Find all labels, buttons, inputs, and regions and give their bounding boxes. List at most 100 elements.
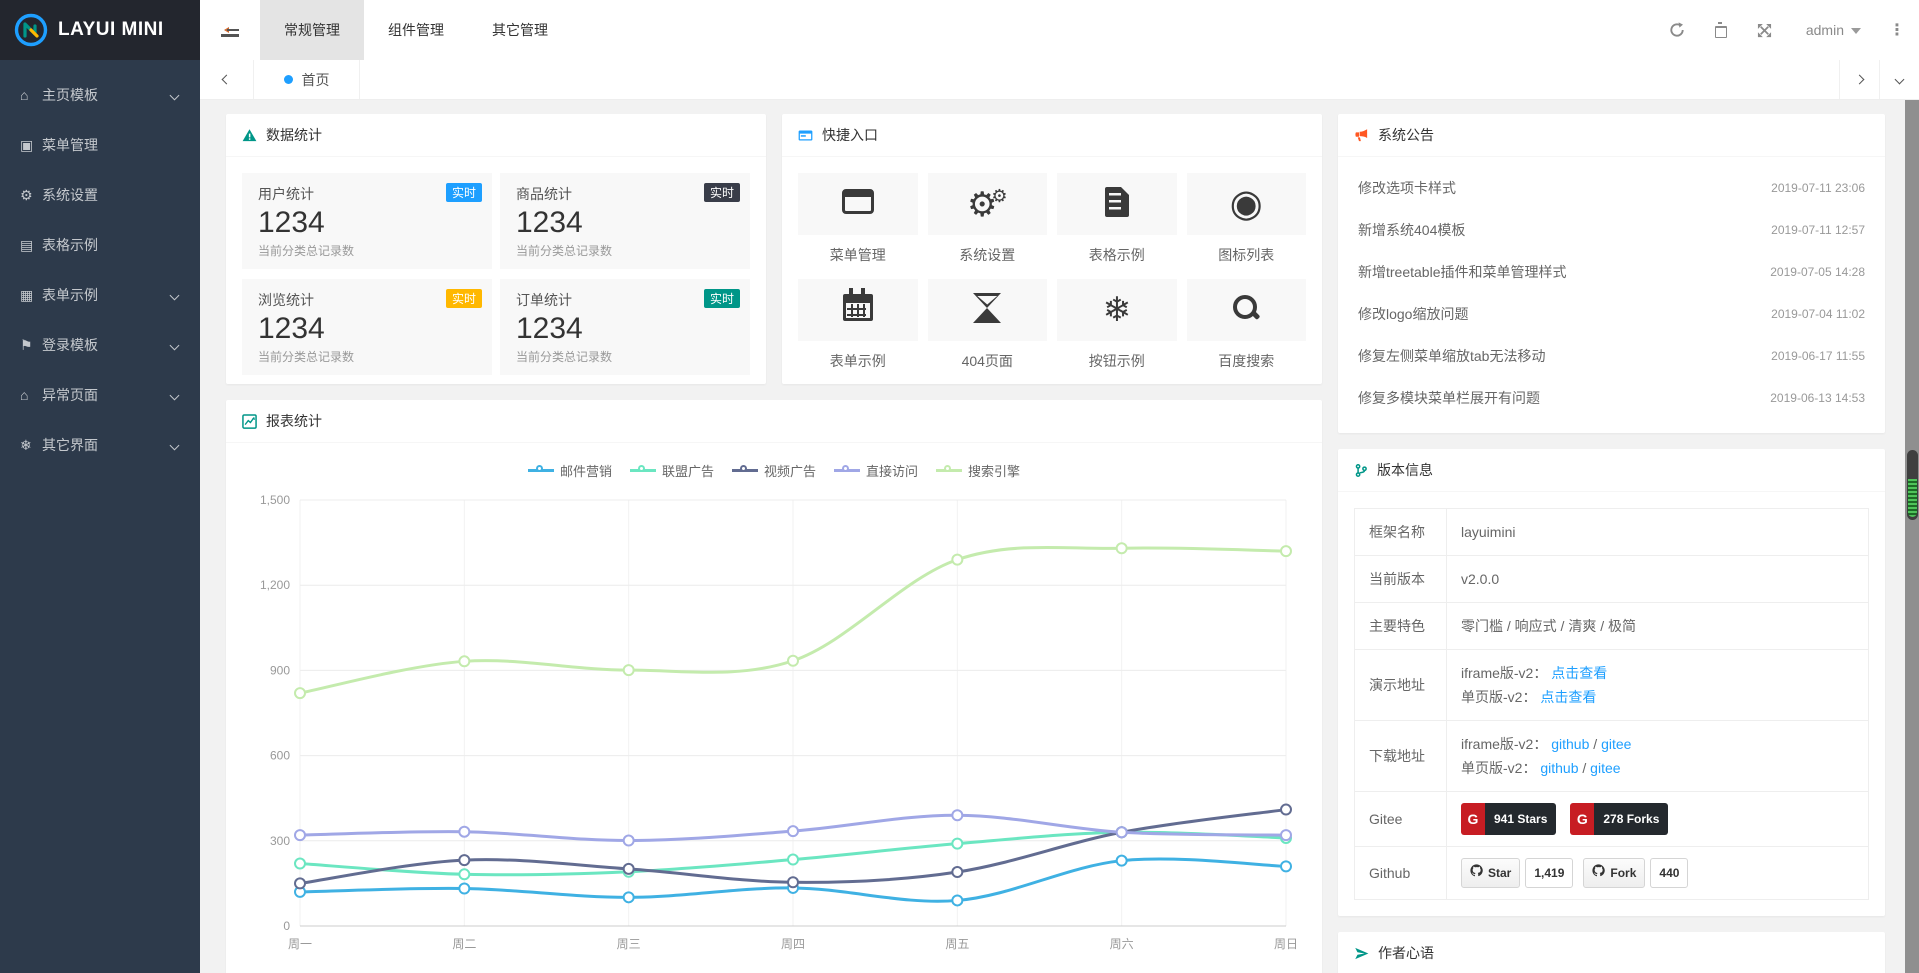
svg-text:1,500: 1,500 <box>260 493 290 507</box>
report-chart: 03006009001,2001,500周一周二周三周四周五周六周日 <box>226 486 1322 966</box>
tabs-scroll-right-button[interactable] <box>1839 60 1879 99</box>
refresh-button[interactable] <box>1669 22 1685 38</box>
search-icon <box>1231 293 1261 328</box>
notice-item-4[interactable]: 修复左侧菜单缩放tab无法移动2019-06-17 11:55 <box>1358 335 1865 377</box>
legend-item-1[interactable]: 联盟广告 <box>630 461 714 480</box>
version-value: v2.0.0 <box>1461 571 1499 587</box>
shortcut-4[interactable]: 表单示例 <box>798 279 918 371</box>
notice-text: 新增系统404模板 <box>1358 220 1465 240</box>
home-icon: ⌂ <box>20 70 42 120</box>
clear-cache-button[interactable] <box>1715 22 1727 38</box>
github-fork-button[interactable]: Fork <box>1583 858 1645 888</box>
sidebar-item-2[interactable]: ⚙系统设置 <box>0 170 200 220</box>
link-github[interactable]: github <box>1540 760 1578 776</box>
top-header: 常规管理组件管理其它管理 admin ⋮ <box>200 0 1919 60</box>
svg-text:周二: 周二 <box>452 937 476 951</box>
shortcut-label: 图标列表 <box>1187 245 1307 265</box>
notice-time: 2019-07-04 11:02 <box>1771 307 1865 321</box>
stat-value: 1234 <box>516 312 734 346</box>
sidebar-item-0[interactable]: ⌂主页模板 <box>0 70 200 120</box>
notice-item-3[interactable]: 修改logo缩放问题2019-07-04 11:02 <box>1358 293 1865 335</box>
gears-icon: ⚙ <box>20 170 42 220</box>
header-tab-2[interactable]: 其它管理 <box>468 0 572 60</box>
legend-item-0[interactable]: 邮件营销 <box>528 461 612 480</box>
legend-label: 直接访问 <box>866 461 918 480</box>
tabs-scroll-left-button[interactable] <box>200 60 254 99</box>
sidebar-item-5[interactable]: ⚑登录模板 <box>0 320 200 370</box>
sidebar-item-7[interactable]: ❄其它界面 <box>0 420 200 470</box>
svg-text:300: 300 <box>270 834 290 848</box>
sidebar-collapse-button[interactable] <box>200 0 260 60</box>
stat-box-3[interactable]: 订单统计1234当前分类总记录数实时 <box>500 279 750 375</box>
shortcut-7[interactable]: 百度搜索 <box>1187 279 1307 371</box>
sidebar-item-1[interactable]: ▣菜单管理 <box>0 120 200 170</box>
shortcuts-card-title: 快捷入口 <box>822 114 878 157</box>
user-menu[interactable]: admin <box>1806 22 1861 38</box>
version-row-5: GiteeG941 StarsG278 Forks <box>1355 792 1869 847</box>
sidebar-item-label: 登录模板 <box>42 337 98 353</box>
hourglass-icon <box>973 293 1001 328</box>
shortcut-label: 系统设置 <box>928 245 1048 265</box>
version-row-label: 框架名称 <box>1355 509 1447 556</box>
version-row-3: 演示地址iframe版-v2： 点击查看单页版-v2： 点击查看 <box>1355 650 1869 721</box>
tab-home[interactable]: 首页 <box>254 60 360 99</box>
chevron-down-icon <box>1895 75 1905 85</box>
sidebar-item-label: 表格示例 <box>42 237 98 253</box>
gitee-badge[interactable]: G941 Stars <box>1461 803 1556 835</box>
stat-box-2[interactable]: 浏览统计1234当前分类总记录数实时 <box>242 279 492 375</box>
shortcut-0[interactable]: 菜单管理 <box>798 173 918 265</box>
notice-item-2[interactable]: 新增treetable插件和菜单管理样式2019-07-05 14:28 <box>1358 251 1865 293</box>
stat-box-0[interactable]: 用户统计1234当前分类总记录数实时 <box>242 173 492 269</box>
shortcut-1[interactable]: ⚙⚙系统设置 <box>928 173 1048 265</box>
link-gitee[interactable]: gitee <box>1601 736 1631 752</box>
more-menu-button[interactable]: ⋮ <box>1889 20 1905 40</box>
shortcut-label: 按钮示例 <box>1057 351 1177 371</box>
scrollbar-thumb[interactable] <box>1907 450 1918 520</box>
stat-box-1[interactable]: 商品统计1234当前分类总记录数实时 <box>500 173 750 269</box>
right-column: 系统公告 修改选项卡样式2019-07-11 23:06新增系统404模板201… <box>1338 114 1885 973</box>
link-点击查看[interactable]: 点击查看 <box>1551 665 1607 681</box>
fullscreen-button[interactable] <box>1757 23 1772 38</box>
notice-item-0[interactable]: 修改选项卡样式2019-07-11 23:06 <box>1358 167 1865 209</box>
chevron-down-icon <box>170 291 180 301</box>
logo[interactable]: LAYUI MINI <box>0 0 200 60</box>
github-star-button[interactable]: Star <box>1461 858 1520 888</box>
shortcut-6[interactable]: ❄按钮示例 <box>1057 279 1177 371</box>
page-scrollbar[interactable] <box>1905 100 1919 973</box>
sidebar-item-3[interactable]: ▤表格示例 <box>0 220 200 270</box>
svg-text:周三: 周三 <box>617 937 641 951</box>
svg-text:周六: 周六 <box>1110 937 1134 951</box>
notice-item-1[interactable]: 新增系统404模板2019-07-11 12:57 <box>1358 209 1865 251</box>
gitee-badge-text: 941 Stars <box>1485 803 1556 835</box>
github-star-count[interactable]: 1,419 <box>1525 858 1573 888</box>
calendar-icon <box>843 294 873 326</box>
github-fork-count[interactable]: 440 <box>1650 858 1688 888</box>
sidebar-item-4[interactable]: ▦表单示例 <box>0 270 200 320</box>
expand-icon <box>1757 23 1772 38</box>
shortcut-3[interactable]: ◉图标列表 <box>1187 173 1307 265</box>
link-gitee[interactable]: gitee <box>1590 760 1620 776</box>
stat-desc: 当前分类总记录数 <box>258 348 476 365</box>
link-点击查看[interactable]: 点击查看 <box>1540 689 1596 705</box>
tabs-operations-button[interactable] <box>1879 60 1919 99</box>
sidebar-item-6[interactable]: ⌂异常页面 <box>0 370 200 420</box>
version-link-line: iframe版-v2： 点击查看 <box>1461 661 1854 685</box>
app-title: LAYUI MINI <box>58 19 164 41</box>
header-tab-0[interactable]: 常规管理 <box>260 0 364 60</box>
notice-text: 修复多模块菜单栏展开有问题 <box>1358 388 1540 408</box>
stat-label: 商品统计 <box>516 184 734 204</box>
legend-item-2[interactable]: 视频广告 <box>732 461 816 480</box>
legend-item-3[interactable]: 直接访问 <box>834 461 918 480</box>
shortcut-5[interactable]: 404页面 <box>928 279 1048 371</box>
notice-item-5[interactable]: 修复多模块菜单栏展开有问题2019-06-13 14:53 <box>1358 377 1865 419</box>
version-card-header: 版本信息 <box>1338 449 1885 492</box>
gitee-badge[interactable]: G278 Forks <box>1570 803 1668 835</box>
legend-item-4[interactable]: 搜索引擎 <box>936 461 1020 480</box>
tabbar-spacer <box>360 60 1839 99</box>
version-link-line: 单页版-v2： github / gitee <box>1461 756 1854 780</box>
tab-home-label: 首页 <box>302 70 330 90</box>
report-card-header: 报表统计 <box>226 400 1322 443</box>
shortcut-2[interactable]: 表格示例 <box>1057 173 1177 265</box>
header-tab-1[interactable]: 组件管理 <box>364 0 468 60</box>
link-github[interactable]: github <box>1551 736 1589 752</box>
